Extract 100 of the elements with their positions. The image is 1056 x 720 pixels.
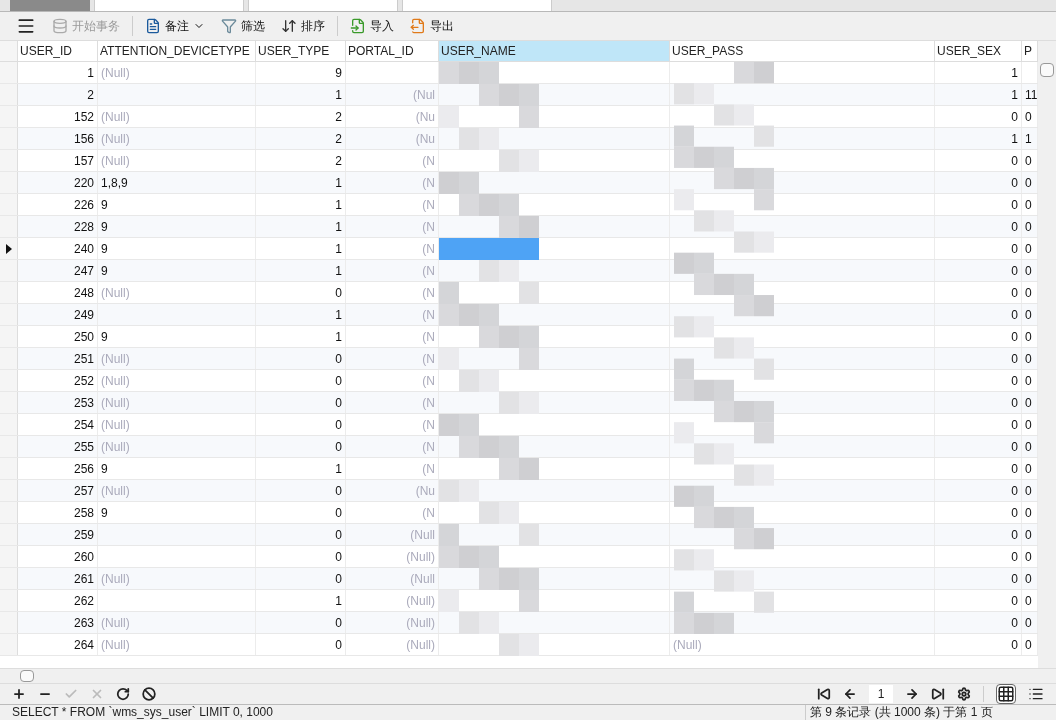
- column-header[interactable]: USER_TYPE: [256, 41, 346, 61]
- table-cell: 249: [73, 308, 94, 322]
- table-cell: 9: [101, 462, 108, 476]
- sql-query: SELECT * FROM `wms_sys_user` LIMIT 0, 1000: [11, 705, 274, 720]
- table-cell: 157: [73, 154, 94, 168]
- table-cell: 0: [1011, 352, 1018, 366]
- table-cell: 0: [1025, 220, 1032, 234]
- table-cell: 9: [101, 198, 108, 212]
- table-cell: (N: [422, 286, 435, 300]
- table-cell: 0: [335, 418, 342, 432]
- table-cell: (Null): [101, 286, 130, 300]
- table-cell: (Null): [406, 550, 435, 564]
- table-cell: 0: [1011, 242, 1018, 256]
- table-cell: 0: [1025, 528, 1032, 542]
- table-cell: 0: [1011, 286, 1018, 300]
- table-cell: 0: [1011, 396, 1018, 410]
- table-cell: (N: [422, 198, 435, 212]
- grid-view-icon[interactable]: [996, 684, 1016, 704]
- table-cell: (N: [422, 154, 435, 168]
- first-page-icon[interactable]: [817, 687, 831, 701]
- database-icon: [52, 18, 68, 34]
- settings-icon[interactable]: [957, 687, 971, 701]
- table-cell: 0: [1025, 594, 1032, 608]
- next-page-icon[interactable]: [905, 687, 919, 701]
- toolbar-button[interactable]: 排序: [277, 15, 329, 37]
- toolbar-button[interactable]: 备注: [141, 15, 209, 37]
- table-cell: 0: [1011, 264, 1018, 278]
- check-icon[interactable]: [64, 687, 78, 701]
- table-cell: (Null): [101, 572, 130, 586]
- toolbar-button[interactable]: 导出: [406, 15, 458, 37]
- table-cell: 0: [1025, 572, 1032, 586]
- table-cell: (Null): [101, 440, 130, 454]
- table-cell: 260: [73, 550, 94, 564]
- form-view-icon[interactable]: [1028, 686, 1044, 702]
- menu-icon: [16, 16, 36, 36]
- table-cell: 0: [1011, 198, 1018, 212]
- table-cell: 0: [1011, 440, 1018, 454]
- table-cell: 228: [73, 220, 94, 234]
- table-cell: 1: [335, 88, 342, 102]
- vertical-scrollbar[interactable]: [1038, 41, 1056, 668]
- previous-page-icon[interactable]: [843, 687, 857, 701]
- table-cell: 1: [335, 264, 342, 278]
- table-cell: 0: [1025, 616, 1032, 630]
- table-cell: 2: [335, 132, 342, 146]
- table-cell: (Null): [406, 638, 435, 652]
- table-cell: 0: [1025, 396, 1032, 410]
- import-icon: [350, 18, 366, 34]
- stop-icon[interactable]: [142, 687, 156, 701]
- sort-icon: [281, 18, 297, 34]
- table-cell: 0: [1025, 440, 1032, 454]
- table-cell: (Nul: [413, 88, 435, 102]
- column-header[interactable]: USER_ID: [18, 41, 98, 61]
- table-cell: 0: [1025, 418, 1032, 432]
- column-header[interactable]: USER_SEX: [935, 41, 1022, 61]
- last-page-icon[interactable]: [931, 687, 945, 701]
- table-cell: 247: [73, 264, 94, 278]
- table-cell: 1: [1011, 66, 1018, 80]
- refresh-icon[interactable]: [116, 687, 130, 701]
- table-cell: 0: [1025, 110, 1032, 124]
- table-cell: 0: [1011, 550, 1018, 564]
- column-header[interactable]: P: [1022, 41, 1038, 61]
- table-cell: (N: [422, 330, 435, 344]
- table-cell: (Null: [410, 572, 435, 586]
- table-cell: 0: [1025, 242, 1032, 256]
- column-header[interactable]: PORTAL_ID: [346, 41, 439, 61]
- close-icon[interactable]: [90, 687, 104, 701]
- filter-icon: [221, 18, 237, 34]
- table-cell: (N: [422, 440, 435, 454]
- table-cell: (Null): [101, 616, 130, 630]
- table-cell: 1: [87, 66, 94, 80]
- column-header[interactable]: USER_NAME: [439, 41, 670, 61]
- column-header[interactable]: ATTENTION_DEVICETYPE: [98, 41, 256, 61]
- column-header[interactable]: USER_PASS: [670, 41, 935, 61]
- table-cell: 240: [73, 242, 94, 256]
- page-field[interactable]: 1: [869, 685, 893, 703]
- table-cell: 220: [73, 176, 94, 190]
- table-cell: 2: [335, 154, 342, 168]
- table-cell: 226: [73, 198, 94, 212]
- add-icon[interactable]: [12, 687, 26, 701]
- table-cell: (N: [422, 506, 435, 520]
- table-cell: 0: [1011, 330, 1018, 344]
- table-cell: 0: [1025, 330, 1032, 344]
- table-cell: 0: [335, 396, 342, 410]
- row-header[interactable]: [0, 238, 18, 259]
- table-cell: 0: [335, 638, 342, 652]
- table-cell: 0: [335, 440, 342, 454]
- table-cell: 0: [1025, 638, 1032, 652]
- table-cell: (Null: [410, 528, 435, 542]
- table-cell: 9: [101, 330, 108, 344]
- table-cell: 0: [1025, 264, 1032, 278]
- table-cell: (Nu: [415, 132, 435, 146]
- table-cell: 251: [73, 352, 94, 366]
- table-cell: 0: [1011, 462, 1018, 476]
- table-cell: (Null): [673, 638, 702, 652]
- table-cell: 0: [1011, 506, 1018, 520]
- toolbar-button[interactable]: 筛选: [217, 15, 269, 37]
- table-cell: (Null): [406, 594, 435, 608]
- toolbar-button[interactable]: 导入: [346, 15, 398, 37]
- table-cell: 0: [1025, 550, 1032, 564]
- horizontal-scrollbar[interactable]: [0, 668, 1056, 684]
